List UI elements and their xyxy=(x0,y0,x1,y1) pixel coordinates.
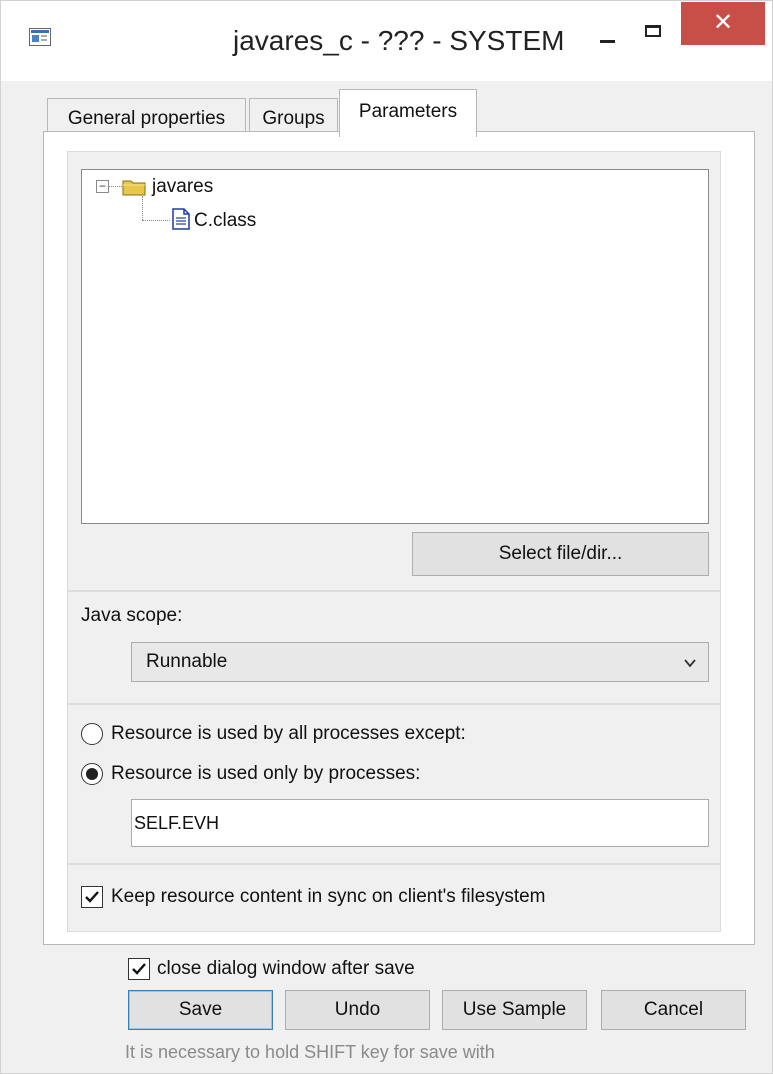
tree-item-c-class[interactable]: C.class xyxy=(194,210,256,232)
use-sample-button[interactable]: Use Sample xyxy=(442,990,587,1030)
tab-label: Groups xyxy=(262,108,325,129)
folder-icon xyxy=(122,180,146,196)
tree-connector xyxy=(142,196,143,220)
cancel-button[interactable]: Cancel xyxy=(601,990,746,1030)
shift-save-hint: It is necessary to hold SHIFT key for sa… xyxy=(125,1042,495,1062)
close-after-save-checkbox[interactable] xyxy=(128,958,150,980)
tree-connector xyxy=(142,220,170,221)
java-scope-select[interactable]: Runnable xyxy=(131,642,709,682)
tree-item-javares[interactable]: javares xyxy=(152,176,213,198)
chevron-down-icon xyxy=(684,659,696,668)
dialog-window: javares_c - ??? - SYSTEM ✕ General prope… xyxy=(0,0,773,1074)
save-button[interactable]: Save xyxy=(128,990,273,1030)
minimize-button[interactable] xyxy=(587,25,631,55)
title-bar: javares_c - ??? - SYSTEM ✕ xyxy=(1,1,772,81)
radio-only-by-label: Resource is used only by processes: xyxy=(111,763,421,784)
radio-all-except[interactable] xyxy=(81,723,103,745)
select-file-button[interactable]: Select file/dir... xyxy=(412,532,709,576)
radio-all-except-label: Resource is used by all processes except… xyxy=(111,723,466,744)
close-after-save-label: close dialog window after save xyxy=(157,958,415,979)
undo-button[interactable]: Undo xyxy=(285,990,430,1030)
app-icon xyxy=(29,28,51,46)
maximize-button[interactable] xyxy=(633,17,677,47)
checkmark-icon xyxy=(132,963,146,975)
file-icon xyxy=(172,208,190,230)
radio-only-by[interactable] xyxy=(81,763,103,785)
processes-input[interactable] xyxy=(131,799,709,847)
tab-label: Parameters xyxy=(358,101,458,122)
tab-label: General properties xyxy=(67,108,226,129)
tree-collapse-toggle[interactable]: − xyxy=(96,180,109,193)
close-button[interactable]: ✕ xyxy=(681,2,765,45)
java-scope-label: Java scope: xyxy=(81,605,183,626)
sync-checkbox[interactable] xyxy=(81,886,103,908)
tab-parameters[interactable]: Parameters xyxy=(339,89,477,137)
sync-label: Keep resource content in sync on client'… xyxy=(111,886,546,907)
tree-connector xyxy=(109,186,122,187)
file-tree[interactable]: − javares C.class xyxy=(81,169,709,524)
close-icon: ✕ xyxy=(712,9,734,36)
java-scope-value: Runnable xyxy=(146,651,228,672)
checkmark-icon xyxy=(85,891,99,903)
window-title: javares_c - ??? - SYSTEM xyxy=(233,25,565,56)
